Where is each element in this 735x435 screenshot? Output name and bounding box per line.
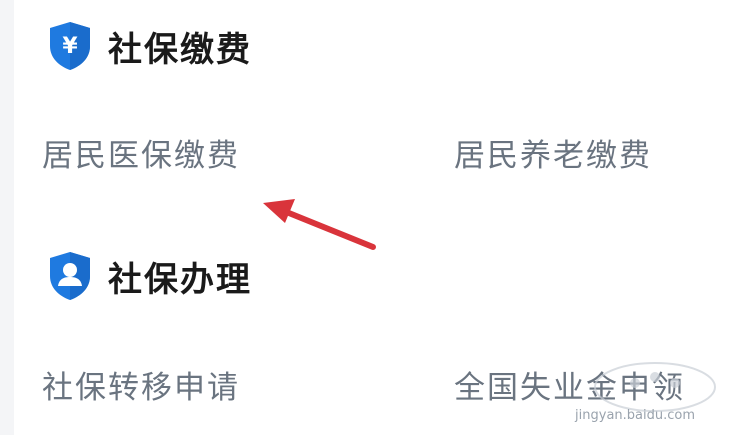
watermark-url: jingyan.baidu.com [575, 408, 695, 423]
section-title-handling: 社保办理 [108, 259, 252, 300]
yen-shield-icon: ¥ [46, 20, 94, 72]
svg-text:¥: ¥ [62, 34, 78, 59]
social-security-page: ¥ 社保缴费 居民医保缴费 居民养老缴费 社保办理 社保转移申请 全国失业金申领… [0, 0, 735, 435]
service-item-resident-medical-payment[interactable]: 居民医保缴费 [42, 130, 240, 175]
service-item-unemployment-benefit-claim[interactable]: 全国失业金申领 [454, 362, 685, 407]
user-shield-icon [46, 250, 94, 302]
service-item-resident-pension-payment[interactable]: 居民养老缴费 [454, 130, 652, 175]
service-item-transfer-application[interactable]: 社保转移申请 [42, 362, 240, 407]
section-header-payment: ¥ 社保缴费 [46, 16, 252, 76]
section-title-payment: 社保缴费 [108, 29, 252, 70]
section-header-handling: 社保办理 [46, 246, 252, 306]
left-background-strip [0, 0, 14, 435]
annotation-arrow [263, 199, 376, 250]
